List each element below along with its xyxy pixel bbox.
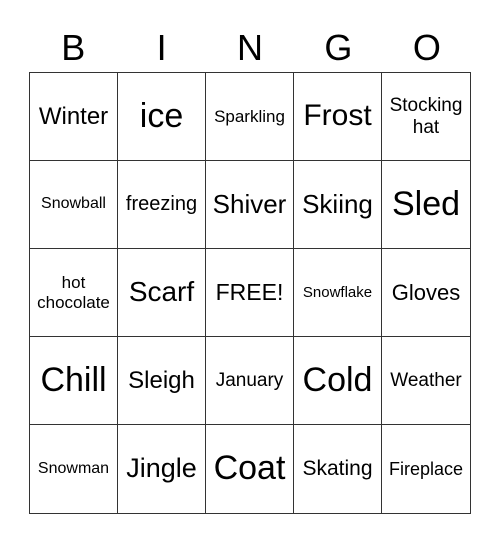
header-letter-o: O bbox=[412, 27, 441, 68]
bingo-cell[interactable]: Snowman bbox=[30, 425, 118, 513]
bingo-cell[interactable]: Frost bbox=[294, 73, 382, 161]
bingo-cell[interactable]: Stocking hat bbox=[382, 73, 470, 161]
bingo-cell[interactable]: Jingle bbox=[118, 425, 206, 513]
header-letter-i: I bbox=[156, 27, 167, 68]
header-letter-g: G bbox=[324, 27, 353, 68]
bingo-cell[interactable]: Skiing bbox=[294, 161, 382, 249]
bingo-cell[interactable]: Fireplace bbox=[382, 425, 470, 513]
bingo-cell[interactable]: Weather bbox=[382, 337, 470, 425]
bingo-cell[interactable]: Shiver bbox=[206, 161, 294, 249]
bingo-cell[interactable]: Scarf bbox=[118, 249, 206, 337]
bingo-cell[interactable]: Cold bbox=[294, 337, 382, 425]
bingo-cell[interactable]: ice bbox=[118, 73, 206, 161]
header-letter-b: B bbox=[61, 27, 86, 68]
bingo-cell[interactable]: freezing bbox=[118, 161, 206, 249]
bingo-cell[interactable]: Snowball bbox=[30, 161, 118, 249]
bingo-cell[interactable]: hot chocolate bbox=[30, 249, 118, 337]
bingo-cell[interactable]: Winter bbox=[30, 73, 118, 161]
header-letter-n: N bbox=[237, 27, 264, 68]
bingo-cell[interactable]: Snowflake bbox=[294, 249, 382, 337]
bingo-cell[interactable]: Sleigh bbox=[118, 337, 206, 425]
bingo-cell[interactable]: January bbox=[206, 337, 294, 425]
bingo-cell[interactable]: Skating bbox=[294, 425, 382, 513]
bingo-cell[interactable]: Sled bbox=[382, 161, 470, 249]
bingo-header: B I N G O bbox=[29, 26, 471, 70]
free-space[interactable]: FREE! bbox=[206, 249, 294, 337]
bingo-cell[interactable]: Gloves bbox=[382, 249, 470, 337]
bingo-cell[interactable]: Chill bbox=[30, 337, 118, 425]
bingo-cell[interactable]: Sparkling bbox=[206, 73, 294, 161]
bingo-cell[interactable]: Coat bbox=[206, 425, 294, 513]
bingo-grid: Winter ice Sparkling Frost Stocking hat … bbox=[29, 72, 471, 514]
